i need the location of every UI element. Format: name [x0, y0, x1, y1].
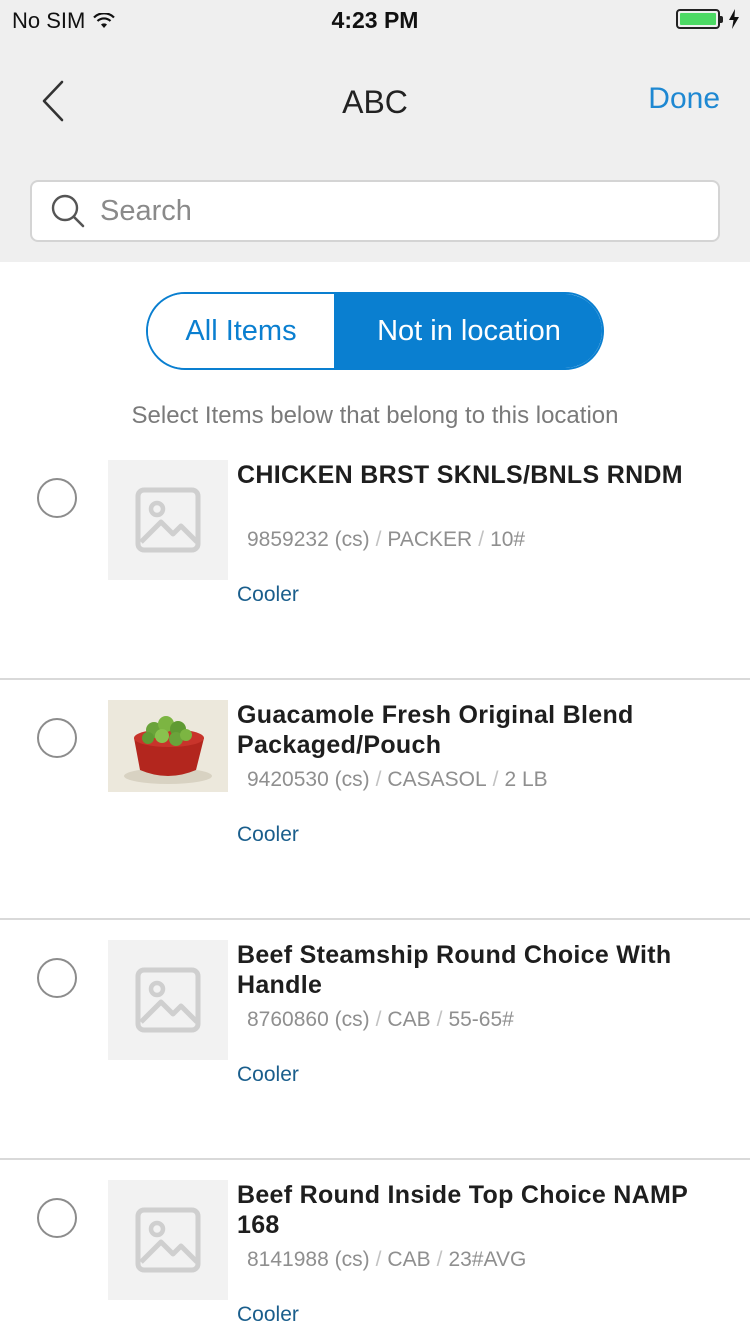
product-image: [108, 1180, 228, 1300]
list-item[interactable]: Beef Round Inside Top Choice NAMP 168 81…: [0, 1160, 750, 1334]
item-location[interactable]: Cooler: [237, 1063, 299, 1087]
status-right: [676, 9, 740, 29]
placeholder-image-icon: [135, 1207, 201, 1273]
done-button[interactable]: Done: [648, 82, 720, 116]
select-radio[interactable]: [37, 718, 77, 758]
guacamole-photo: [108, 700, 228, 792]
item-brand: PACKER: [387, 528, 473, 551]
item-name: CHICKEN BRST SKNLS/BNLS RNDM: [237, 461, 683, 489]
status-time: 4:23 PM: [331, 7, 419, 33]
item-brand: CAB: [387, 1248, 431, 1271]
item-name: Beef Round Inside Top Choice NAMP 168: [237, 1181, 688, 1239]
page-title: ABC: [342, 84, 408, 120]
search-input[interactable]: [100, 194, 700, 228]
item-name: Guacamole Fresh Original Blend Packaged/…: [237, 701, 634, 759]
item-brand: CAB: [387, 1008, 431, 1031]
item-code: 8141988 (cs): [247, 1248, 370, 1271]
item-details: 8760860 (cs) / CAB/55-65#: [247, 1008, 514, 1031]
segment-all-items[interactable]: All Items: [148, 294, 336, 368]
back-button[interactable]: [36, 78, 76, 124]
item-details: 9420530 (cs) / CASASOL/2 LB: [247, 768, 548, 791]
search-bar: [0, 162, 750, 262]
item-pack: 2 LB: [504, 768, 548, 791]
item-pack: 10#: [490, 528, 526, 551]
item-pack: 23#AVG: [448, 1248, 527, 1271]
select-radio[interactable]: [37, 958, 77, 998]
item-details: 8141988 (cs) / CAB/23#AVG: [247, 1248, 527, 1271]
item-pack: 55-65#: [448, 1008, 514, 1031]
item-location[interactable]: Cooler: [237, 583, 299, 607]
product-image: [108, 460, 228, 580]
status-bar: No SIM 4:23 PM: [0, 0, 750, 42]
select-radio[interactable]: [37, 478, 77, 518]
item-code: 8760860 (cs): [247, 1008, 370, 1031]
item-details: 9859232 (cs) / PACKER/10#: [247, 528, 526, 551]
item-list: CHICKEN BRST SKNLS/BNLS RNDM 9859232 (cs…: [0, 440, 750, 1334]
list-item[interactable]: Beef Steamship Round Choice With Handle …: [0, 920, 750, 1160]
item-location[interactable]: Cooler: [237, 1303, 299, 1327]
placeholder-image-icon: [135, 487, 201, 553]
select-radio[interactable]: [37, 1198, 77, 1238]
list-item[interactable]: CHICKEN BRST SKNLS/BNLS RNDM 9859232 (cs…: [0, 440, 750, 680]
filter-segmented-control: All Items Not in location: [146, 292, 604, 370]
item-brand: CASASOL: [387, 768, 487, 791]
chevron-left-icon: [42, 80, 64, 122]
navigation-bar: ABC Done: [0, 42, 750, 162]
battery-icon: [676, 9, 723, 29]
search-box[interactable]: [30, 180, 720, 242]
item-code: 9859232 (cs): [247, 528, 370, 551]
charging-bolt-icon: [729, 9, 739, 29]
instruction-text: Select Items below that belong to this l…: [131, 402, 619, 429]
list-item[interactable]: Guacamole Fresh Original Blend Packaged/…: [0, 680, 750, 920]
item-code: 9420530 (cs): [247, 768, 370, 791]
segment-not-in-location[interactable]: Not in location: [336, 294, 602, 368]
item-name: Beef Steamship Round Choice With Handle: [237, 941, 672, 999]
product-image: [108, 940, 228, 1060]
placeholder-image-icon: [135, 967, 201, 1033]
item-location[interactable]: Cooler: [237, 823, 299, 847]
product-image: [108, 700, 228, 792]
search-icon: [51, 194, 85, 228]
